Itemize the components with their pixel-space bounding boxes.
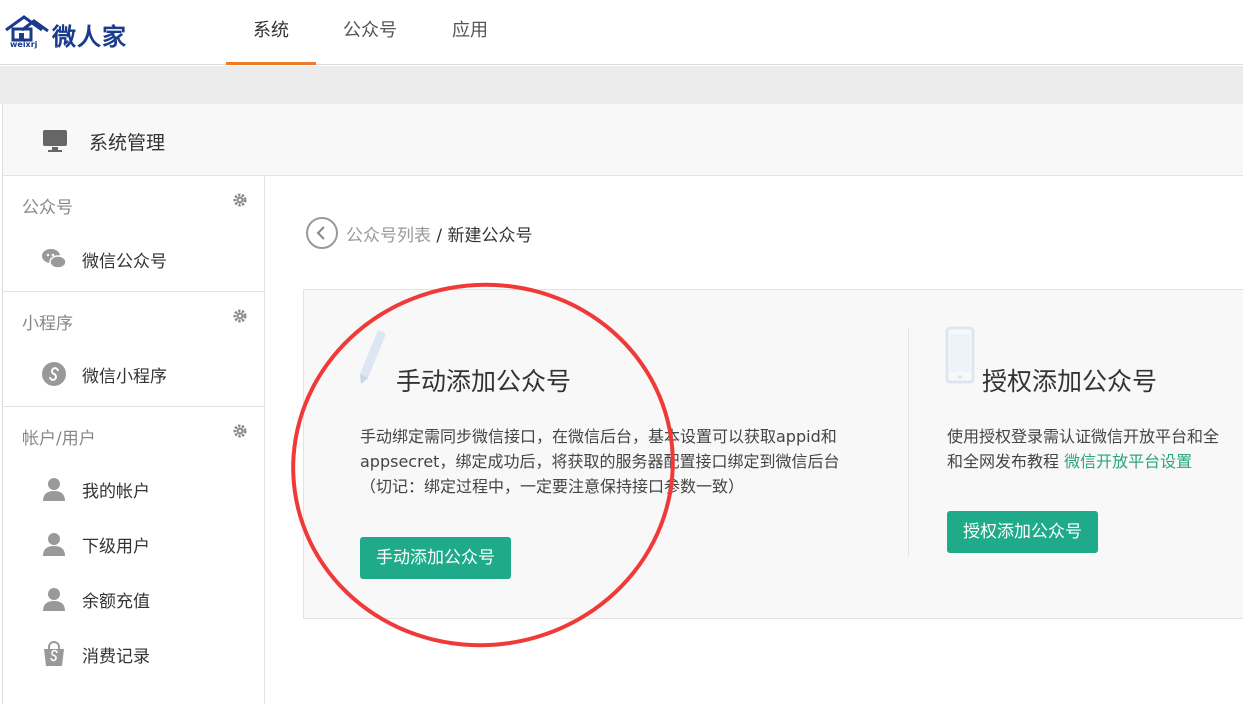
sidebar-item-label: 我的帐户 (82, 482, 150, 502)
auth-desc-text: 和全网发布教程 (947, 452, 1060, 471)
sidebar-item-label: 余额充值 (82, 592, 150, 612)
sidebar-group-title: 公众号 (22, 198, 73, 218)
user-icon (43, 478, 65, 501)
breadcrumb: 公众号列表 / 新建公众号 (346, 221, 533, 246)
monitor-icon (43, 130, 67, 152)
mini-program-icon (42, 362, 66, 386)
section-title: 系统管理 (89, 132, 166, 154)
content-area: 公众号列表 / 新建公众号 手动添加公众号 手动绑定需同步微信接口，在微信后台，… (265, 176, 1243, 704)
sidebar-item-recharge[interactable]: 余额充值 (3, 571, 264, 626)
top-navbar: 微人家 weixrj 系统 公众号 应用 (0, 0, 1243, 65)
auth-desc-line: 和全网发布教程 微信开放平台设置 (947, 449, 1243, 474)
logo[interactable]: 微人家 weixrj (4, 14, 144, 51)
manual-add-description: 手动绑定需同步微信接口，在微信后台，基本设置可以获取appid和 appsecr… (360, 424, 900, 499)
open-platform-settings-link[interactable]: 微信开放平台设置 (1064, 452, 1192, 471)
sidebar-group-accounts: 帐户/用户 (3, 406, 264, 461)
manual-desc-line: （切记：绑定过程中，一定要注意保持接口参数一致） (360, 477, 745, 496)
shopping-bag-icon (41, 696, 67, 704)
breadcrumb-separator: / (436, 226, 443, 246)
wechat-icon (42, 249, 67, 269)
sidebar-group-title: 小程序 (22, 314, 73, 334)
chevron-left-icon (316, 226, 325, 240)
manual-add-title: 手动添加公众号 (396, 367, 572, 396)
sidebar-item-label: 下级用户 (82, 537, 150, 557)
sidebar-item-wechat-official[interactable]: 微信公众号 (3, 231, 264, 286)
auth-add-description: 使用授权登录需认证微信开放平台和全 和全网发布教程 微信开放平台设置 (947, 424, 1243, 474)
back-button[interactable] (306, 217, 338, 249)
sidebar-item-label: 微信公众号 (82, 252, 167, 272)
sidebar-group-official-account: 公众号 (3, 176, 264, 231)
sidebar-item-my-account[interactable]: 我的帐户 (3, 461, 264, 516)
manual-add-button[interactable]: 手动添加公众号 (360, 537, 511, 579)
breadcrumb-current: 新建公众号 (447, 226, 533, 246)
gear-icon[interactable] (232, 308, 248, 324)
breadcrumb-parent-link[interactable]: 公众号列表 (346, 226, 431, 246)
manual-desc-line: appsecret，绑定成功后，将获取的服务器配置接口绑定到微信后台 (360, 452, 840, 471)
top-gap-band (0, 66, 1243, 104)
panel-divider (908, 328, 909, 556)
gear-icon[interactable] (232, 192, 248, 208)
sidebar-item-wechat-mini[interactable]: 微信小程序 (3, 346, 264, 401)
brand-sub: weixrj (10, 40, 38, 49)
sidebar-group-mini-program: 小程序 (3, 291, 264, 346)
sidebar-item-sub-users[interactable]: 下级用户 (3, 516, 264, 571)
pen-icon (360, 330, 386, 384)
brand-name: 微人家 (52, 22, 127, 51)
sidebar-item-label: 微信小程序 (82, 367, 167, 387)
sidebar-group-title: 帐户/用户 (22, 429, 96, 449)
user-icon (43, 588, 65, 611)
add-account-panel: 手动添加公众号 手动绑定需同步微信接口，在微信后台，基本设置可以获取appid和… (303, 289, 1243, 619)
section-header: 系统管理 (3, 104, 1243, 176)
phone-icon (945, 326, 975, 384)
shopping-bag-icon (44, 641, 64, 666)
sidebar-item-consumption[interactable]: 消费记录 (3, 626, 264, 681)
tab-official-account[interactable]: 公众号 (325, 0, 415, 65)
tab-apps[interactable]: 应用 (425, 0, 515, 65)
gear-icon[interactable] (232, 423, 248, 439)
user-icon (43, 533, 65, 556)
auth-add-title: 授权添加公众号 (982, 367, 1158, 396)
manual-desc-line: 手动绑定需同步微信接口，在微信后台，基本设置可以获取appid和 (360, 427, 837, 446)
sidebar-item-partial[interactable] (3, 681, 264, 704)
sidebar: 公众号 微信公众号 小程序 微信小程序 帐户/用户 我的帐户 下级用户 余额充值… (3, 176, 265, 704)
sidebar-item-label: 消费记录 (82, 647, 150, 667)
main-frame: 系统管理 公众号 微信公众号 小程序 微信小程序 帐户/用户 我的帐户 下级用户… (2, 104, 1243, 704)
tab-system[interactable]: 系统 (226, 0, 316, 65)
auth-add-button[interactable]: 授权添加公众号 (947, 511, 1098, 553)
auth-desc-line: 使用授权登录需认证微信开放平台和全 (947, 427, 1220, 446)
